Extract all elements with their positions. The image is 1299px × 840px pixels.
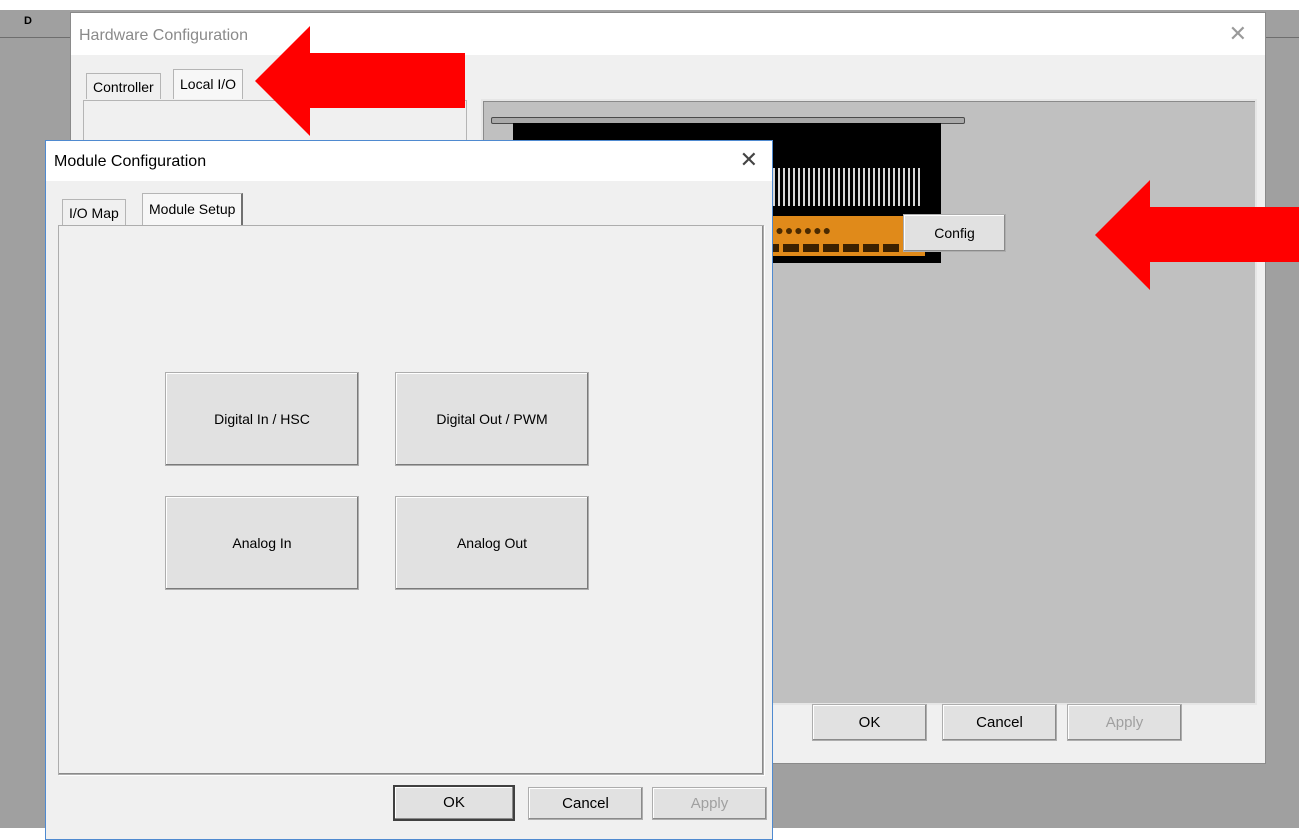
tab-io-map[interactable]: I/O Map bbox=[62, 199, 126, 225]
module-ok-button[interactable]: OK bbox=[393, 785, 515, 821]
tab-local-io[interactable]: Local I/O bbox=[173, 69, 244, 99]
module-cancel-button[interactable]: Cancel bbox=[528, 787, 643, 820]
tab-controller[interactable]: Controller bbox=[86, 73, 161, 99]
tab-module-setup[interactable]: Module Setup bbox=[142, 193, 244, 227]
hardware-dialog-title: Hardware Configuration bbox=[79, 27, 248, 44]
module-setup-panel: Digital In / HSC Digital Out / PWM Analo… bbox=[58, 225, 764, 775]
hardware-cancel-button[interactable]: Cancel bbox=[942, 704, 1057, 741]
hardware-apply-button[interactable]: Apply bbox=[1067, 704, 1182, 741]
analog-out-button[interactable]: Analog Out bbox=[395, 496, 589, 590]
close-icon[interactable]: ✕ bbox=[1229, 21, 1247, 47]
module-dialog-title: Module Configuration bbox=[54, 153, 207, 170]
module-configuration-dialog: Module Configuration ✕ I/O Map Module Se… bbox=[45, 140, 773, 840]
module-title-bar: Module Configuration ✕ bbox=[46, 141, 772, 181]
digital-out-pwm-button[interactable]: Digital Out / PWM bbox=[395, 372, 589, 466]
left-arrow-icon bbox=[255, 26, 465, 136]
background-label: D bbox=[24, 15, 32, 27]
digital-in-hsc-button[interactable]: Digital In / HSC bbox=[165, 372, 359, 466]
close-icon[interactable]: ✕ bbox=[740, 147, 758, 173]
left-arrow-icon bbox=[1095, 180, 1299, 290]
hardware-ok-button[interactable]: OK bbox=[812, 704, 927, 741]
hardware-title-bar: Hardware Configuration ✕ bbox=[71, 13, 1265, 55]
module-apply-button[interactable]: Apply bbox=[652, 787, 767, 820]
analog-in-button[interactable]: Analog In bbox=[165, 496, 359, 590]
config-button[interactable]: Config bbox=[903, 214, 1006, 252]
